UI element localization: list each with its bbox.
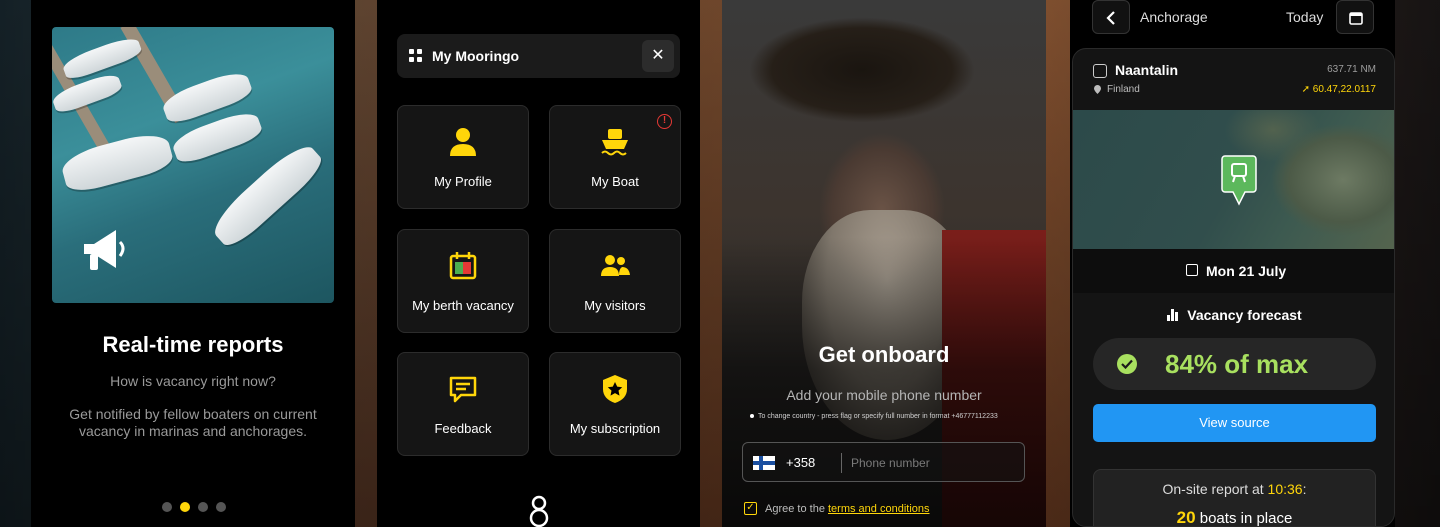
forecast-percentage: 84% of max <box>1165 349 1309 379</box>
tile-my-visitors[interactable]: My visitors <box>549 229 681 333</box>
menu-title: My Mooringo <box>432 48 520 64</box>
tile-label: My Boat <box>591 174 639 189</box>
calendar-vacancy-icon <box>449 252 477 280</box>
get-onboard-screen: Get onboard Add your mobile phone number… <box>722 0 1046 527</box>
tile-my-subscription[interactable]: My subscription <box>549 352 681 456</box>
country: Finland <box>1107 84 1140 95</box>
satellite-map[interactable] <box>1073 110 1394 249</box>
finland-flag-icon[interactable] <box>753 456 775 470</box>
terms-agreement: ✓ Agree to the terms and conditions <box>744 502 930 515</box>
view-source-button[interactable]: View source <box>1093 404 1376 442</box>
location-name: Naantalin <box>1115 62 1179 78</box>
boat-icon <box>601 129 628 156</box>
today-label[interactable]: Today <box>1286 9 1323 25</box>
tile-label: My visitors <box>584 298 646 313</box>
onsite-report: On-site report at 10:36: 20 boats in pla… <box>1093 469 1376 527</box>
pagination-dot[interactable] <box>162 502 172 512</box>
pagination-dot-active[interactable] <box>180 502 190 512</box>
onboarding-title: Real-time reports <box>102 332 284 357</box>
anchorage-card: Naantalin 637.71 NM Finland ➚ 60.47,22.0… <box>1072 48 1395 527</box>
screen-title: Anchorage <box>1140 9 1208 25</box>
calendar-button[interactable] <box>1336 0 1374 34</box>
anchorage-detail-screen: Anchorage Today Naantalin 637.71 NM Finl… <box>1070 0 1395 527</box>
vacancy-forecast-heading: Vacancy forecast <box>1073 307 1394 323</box>
background-strip <box>1046 0 1070 527</box>
tile-label: My berth vacancy <box>412 298 514 313</box>
country-hint: To change country - press flag or specif… <box>750 413 1034 420</box>
menu-header: My Mooringo ✕ <box>397 34 680 78</box>
tile-label: My Profile <box>434 174 492 189</box>
onboarding-screen-reports: Real-time reports How is vacancy right n… <box>31 0 355 527</box>
location-pin-icon <box>1094 85 1101 94</box>
onboarding-subtitle: How is vacancy right now? <box>110 373 276 389</box>
calendar-icon <box>1349 12 1363 25</box>
agree-label: Agree to the <box>765 502 825 515</box>
selected-date: Mon 21 July <box>1206 263 1287 279</box>
terms-link[interactable]: terms and conditions <box>828 503 930 515</box>
tile-my-berth-vacancy[interactable]: My berth vacancy <box>397 229 529 333</box>
mooringo-logo-icon <box>529 495 549 527</box>
country-code[interactable]: +358 <box>786 455 815 470</box>
pagination-dot[interactable] <box>216 502 226 512</box>
chevron-left-icon <box>1106 11 1115 25</box>
background-strip <box>700 0 724 527</box>
message-icon <box>449 376 477 403</box>
phone-input[interactable] <box>851 452 1011 474</box>
people-icon <box>601 255 630 276</box>
star-shield-icon <box>603 375 627 403</box>
map-pin-icon[interactable] <box>1221 154 1257 208</box>
grid-icon <box>409 49 423 63</box>
onboard-title: Get onboard <box>818 342 950 367</box>
pagination-dot[interactable] <box>198 502 208 512</box>
tile-my-profile[interactable]: My Profile <box>397 105 529 209</box>
distance: 637.71 NM <box>1327 64 1376 75</box>
tile-label: Feedback <box>434 421 492 436</box>
tile-feedback[interactable]: Feedback <box>397 352 529 456</box>
back-button[interactable] <box>1092 0 1130 34</box>
megaphone-icon <box>84 230 125 270</box>
background-strip <box>355 0 379 527</box>
tile-my-boat[interactable]: ! My Boat <box>549 105 681 209</box>
anchorage-icon <box>1093 64 1107 78</box>
person-icon <box>450 128 476 156</box>
boats-in-place: 20 boats in place <box>1176 508 1293 527</box>
onboarding-description: Get notified by fellow boaters on curren… <box>69 406 317 439</box>
calendar-icon <box>1186 264 1198 276</box>
forecast-value-pill: 84% of max <box>1093 338 1376 390</box>
phone-number-field: +358 <box>742 442 1025 482</box>
bar-chart-icon <box>1167 309 1179 321</box>
alert-icon: ! <box>657 114 672 129</box>
agree-checkbox[interactable]: ✓ <box>744 502 757 515</box>
tile-label: My subscription <box>569 421 661 436</box>
close-button[interactable]: ✕ <box>642 40 674 72</box>
date-selector[interactable]: Mon 21 July <box>1073 249 1394 293</box>
coordinates: ➚ 60.47,22.0117 <box>1301 84 1376 95</box>
onboard-subtitle: Add your mobile phone number <box>786 387 982 403</box>
pagination-dots <box>162 502 226 512</box>
report-label: On-site report at 10:36: <box>1162 481 1307 497</box>
my-mooringo-menu-screen: My Mooringo ✕ My Profile ! My Boat My be… <box>377 0 700 527</box>
marina-photo <box>52 27 334 303</box>
check-icon <box>1117 354 1137 374</box>
